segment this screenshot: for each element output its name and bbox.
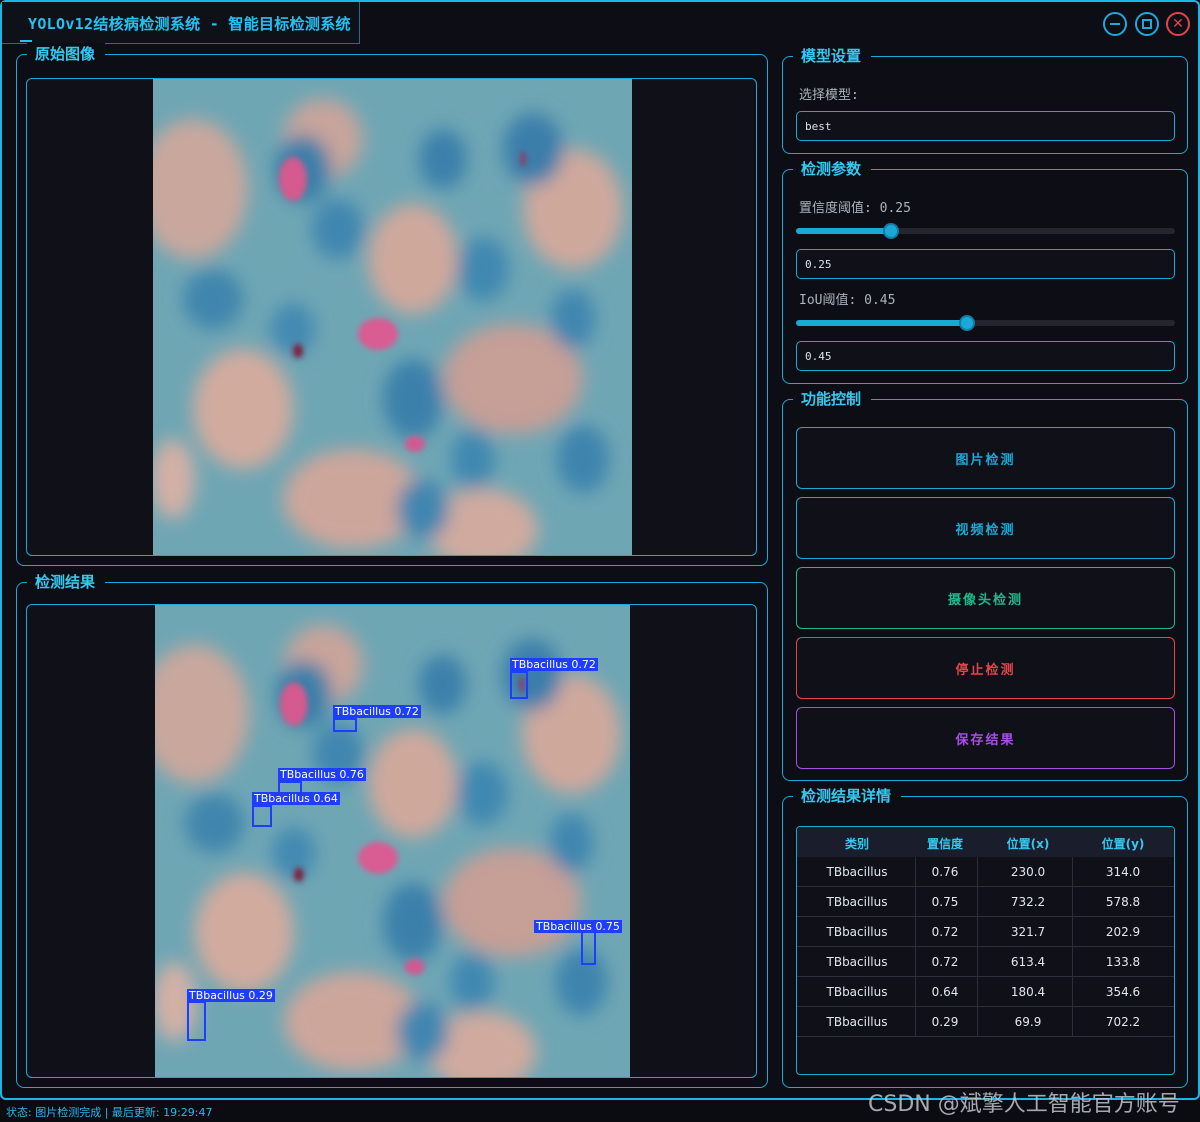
title-accent-line <box>20 40 32 42</box>
save-result-button[interactable]: 保存结果 <box>796 707 1175 769</box>
function-control-title: 功能控制 <box>793 388 872 409</box>
table-cell: 230.0 <box>1010 865 1046 879</box>
result-image-frame: TBbacillus 0.72 TBbacillus 0.72 TBbacill… <box>26 604 757 1078</box>
detection-details-title: 检测结果详情 <box>793 785 902 806</box>
confidence-slider[interactable] <box>796 223 1175 239</box>
table-cell: 202.9 <box>1105 925 1141 939</box>
result-microscopy-image: TBbacillus 0.72 TBbacillus 0.72 TBbacill… <box>155 605 630 1077</box>
detection-label: TBbacillus 0.76 <box>278 768 366 781</box>
table-cell: 354.6 <box>1105 985 1141 999</box>
close-button[interactable]: ✕ <box>1166 12 1190 36</box>
iou-slider[interactable] <box>796 315 1175 331</box>
stop-detect-button[interactable]: 停止检测 <box>796 637 1175 699</box>
table-cell: TBbacillus <box>826 925 888 939</box>
table-header: 类别 置信度 位置(x) 位置(y) <box>797 827 1174 857</box>
confidence-slider-fill <box>796 228 891 234</box>
iou-label: IoU阈值: 0.45 <box>799 293 896 308</box>
detection-box <box>187 1001 206 1041</box>
table-cell: 0.72 <box>931 925 959 939</box>
table-cell: 0.76 <box>931 865 959 879</box>
iou-input[interactable]: 0.45 <box>796 341 1175 371</box>
detection-box <box>510 671 528 699</box>
iou-slider-fill <box>796 320 967 326</box>
column-header-x[interactable]: 位置(x) <box>983 835 1073 852</box>
model-select[interactable]: best <box>796 111 1175 141</box>
detection-params-title: 检测参数 <box>793 158 872 179</box>
table-cell: 314.0 <box>1105 865 1141 879</box>
detection-box <box>333 718 357 732</box>
column-header-confidence[interactable]: 置信度 <box>907 835 983 852</box>
detection-box <box>252 805 272 827</box>
title-bar: YOLOv12结核病检测系统 - 智能目标检测系统 ✕ <box>2 2 1198 44</box>
camera-detect-button[interactable]: 摄像头检测 <box>796 567 1175 629</box>
table-cell: TBbacillus <box>826 955 888 969</box>
detection-box <box>581 931 596 965</box>
detection-label: TBbacillus 0.64 <box>252 792 340 805</box>
table-cell: 732.2 <box>1010 895 1046 909</box>
table-row[interactable]: TBbacillus 0.72 321.7 202.9 <box>797 917 1174 947</box>
table-cell: TBbacillus <box>826 1015 888 1029</box>
detection-label: TBbacillus 0.75 <box>534 920 622 933</box>
table-cell: 69.9 <box>1014 1015 1042 1029</box>
video-detect-button[interactable]: 视频检测 <box>796 497 1175 559</box>
table-row[interactable]: TBbacillus 0.75 732.2 578.8 <box>797 887 1174 917</box>
original-image-title: 原始图像 <box>27 43 106 64</box>
table-cell: 180.4 <box>1010 985 1046 999</box>
table-cell: TBbacillus <box>826 865 888 879</box>
column-header-y[interactable]: 位置(y) <box>1073 835 1173 852</box>
table-cell: 133.8 <box>1105 955 1141 969</box>
minimize-icon <box>1110 23 1120 25</box>
results-table: 类别 置信度 位置(x) 位置(y) TBbacillus 0.76 230.0 31… <box>796 826 1175 1075</box>
main-window: YOLOv12结核病检测系统 - 智能目标检测系统 ✕ 原始图像 检测结果 TB… <box>0 0 1200 1100</box>
table-cell: TBbacillus <box>826 895 888 909</box>
window-title: YOLOv12结核病检测系统 - 智能目标检测系统 <box>28 15 351 33</box>
detection-label: TBbacillus 0.72 <box>510 658 598 671</box>
original-image-frame <box>26 78 757 556</box>
maximize-button[interactable] <box>1135 12 1159 36</box>
table-row[interactable]: TBbacillus 0.72 613.4 133.8 <box>797 947 1174 977</box>
table-cell: 0.64 <box>931 985 959 999</box>
iou-slider-handle[interactable] <box>958 315 975 331</box>
table-row[interactable]: TBbacillus 0.76 230.0 314.0 <box>797 857 1174 887</box>
watermark: CSDN @斌擎人工智能官方账号 <box>868 1092 1180 1117</box>
model-settings-title: 模型设置 <box>793 45 872 66</box>
original-microscopy-image <box>153 79 632 555</box>
detection-result-title: 检测结果 <box>27 571 106 592</box>
table-cell: 321.7 <box>1010 925 1046 939</box>
maximize-icon <box>1142 19 1152 29</box>
minimize-button[interactable] <box>1103 12 1127 36</box>
confidence-label: 置信度阈值: 0.25 <box>799 201 911 216</box>
table-cell: 0.72 <box>931 955 959 969</box>
table-cell: 613.4 <box>1010 955 1046 969</box>
status-text: 状态: 图片检测完成 | 最后更新: 19:29:47 <box>6 1106 213 1119</box>
column-header-class[interactable]: 类别 <box>797 835 917 852</box>
detection-label: TBbacillus 0.72 <box>333 705 421 718</box>
confidence-slider-handle[interactable] <box>882 223 899 239</box>
table-cell: 0.75 <box>931 895 959 909</box>
confidence-input[interactable]: 0.25 <box>796 249 1175 279</box>
close-icon: ✕ <box>1172 16 1184 32</box>
table-row[interactable]: TBbacillus 0.64 180.4 354.6 <box>797 977 1174 1007</box>
table-row[interactable]: TBbacillus 0.29 69.9 702.2 <box>797 1007 1174 1037</box>
table-cell: 0.29 <box>931 1015 959 1029</box>
title-tab: YOLOv12结核病检测系统 - 智能目标检测系统 <box>2 2 360 44</box>
table-cell: TBbacillus <box>826 985 888 999</box>
table-cell: 702.2 <box>1105 1015 1141 1029</box>
table-cell: 578.8 <box>1105 895 1141 909</box>
model-select-label: 选择模型: <box>799 88 859 103</box>
image-detect-button[interactable]: 图片检测 <box>796 427 1175 489</box>
